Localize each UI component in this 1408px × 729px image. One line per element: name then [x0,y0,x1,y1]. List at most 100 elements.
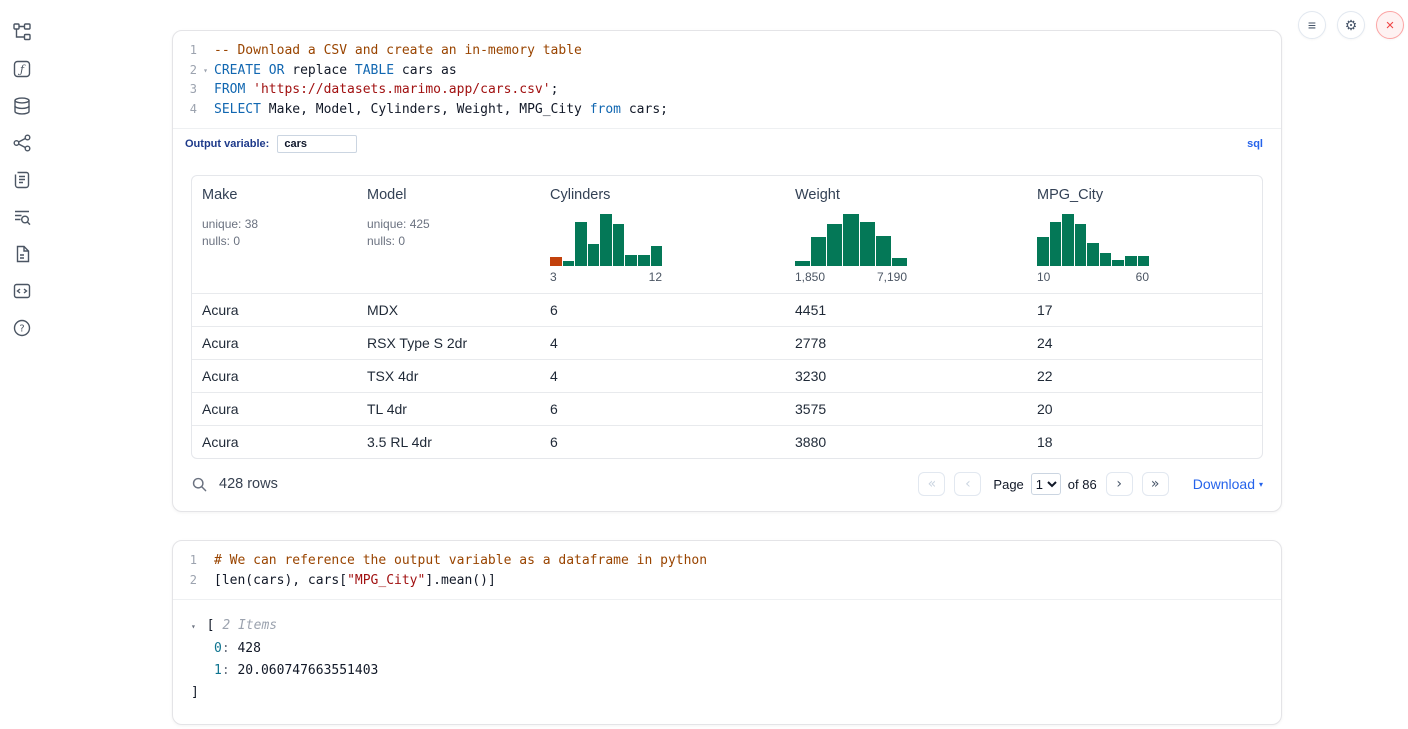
histogram-bar [860,222,875,266]
row-count: 428 rows [219,476,278,492]
histogram-bar [827,224,842,266]
tree-close-line: ] [191,682,1263,704]
code-text: -- Download a CSV and create an in-memor… [214,41,582,61]
svg-text:ƒ: ƒ [17,63,26,76]
table-row[interactable]: AcuraTL 4dr6357520 [192,393,1263,426]
language-badge[interactable]: sql [1247,138,1263,150]
histogram-bar [1125,256,1137,266]
code-line[interactable]: 1 -- Download a CSV and create an in-memo… [173,41,1281,61]
column-name: Cylinders [550,187,775,203]
histogram-bar [638,255,650,266]
fold-caret-icon[interactable]: ▾ [197,61,214,81]
table-cell: 17 [1027,294,1263,327]
line-number: 1 [173,551,197,571]
table-cell: TL 4dr [357,393,540,426]
histogram-bar [625,255,637,266]
search-icon[interactable] [191,476,208,493]
table-cell: 3.5 RL 4dr [357,426,540,459]
column-name: Make [202,187,347,203]
table-cell: RSX Type S 2dr [357,327,540,360]
table-cell: Acura [192,393,357,426]
documentation-icon[interactable] [12,244,32,264]
notebook-actions-button[interactable]: ≡ [1298,11,1326,39]
python-cell: 1 # We can reference the output variable … [172,540,1282,725]
tree-items-count: 2 Items [222,618,277,633]
code-text: # We can reference the output variable a… [214,551,707,571]
mpg_city-histogram[interactable]: 1060 [1037,214,1149,284]
histogram-bar [1138,256,1150,266]
sql-cell: 1 -- Download a CSV and create an in-memo… [172,30,1282,512]
code-line[interactable]: 1 # We can reference the output variable … [173,551,1281,571]
histogram-bar [876,236,891,266]
sql-code-editor[interactable]: 1 -- Download a CSV and create an in-memo… [173,31,1281,128]
code-text: SELECT Make, Model, Cylinders, Weight, M… [214,100,668,120]
line-number: 2 [173,571,197,591]
column-header-weight[interactable]: Weight 1,8507,190 [785,176,1027,294]
help-icon[interactable]: ? [12,318,32,338]
download-button[interactable]: Download ▾ [1193,476,1263,492]
variables-icon[interactable]: ƒ [12,59,32,79]
histogram-bar [550,257,562,266]
next-page-button[interactable]: › [1106,472,1133,496]
table-row[interactable]: AcuraTSX 4dr4323022 [192,360,1263,393]
column-name: Model [367,187,530,203]
page-select[interactable]: 1 [1031,473,1061,495]
dependency-graph-icon[interactable] [12,133,32,153]
top-right-controls: ≡ ⚙ × [1298,11,1404,39]
code-line[interactable]: 3FROM 'https://datasets.marimo.app/cars.… [173,80,1281,100]
output-variable-input[interactable] [277,135,357,153]
fold-gutter [197,80,214,100]
code-line[interactable]: 2▾CREATE OR replace TABLE cars as [173,61,1281,81]
histogram-bar [1112,260,1124,266]
collapse-caret-icon[interactable]: ▾ [191,622,196,631]
line-number: 1 [173,41,197,61]
chevron-down-icon: ▾ [1259,480,1263,489]
column-name: Weight [795,187,1017,203]
histogram-bar [1100,253,1112,266]
table-row[interactable]: AcuraMDX6445117 [192,294,1263,327]
gear-icon: ⚙ [1345,17,1358,34]
left-sidebar: ƒ? [0,0,44,729]
shutdown-button[interactable]: × [1376,11,1404,39]
code-text: CREATE OR replace TABLE cars as [214,61,457,81]
column-stats: unique: 425nulls: 0 [367,216,530,249]
code-line[interactable]: 4SELECT Make, Model, Cylinders, Weight, … [173,100,1281,120]
table-cell: 20 [1027,393,1263,426]
histogram-bar [1050,222,1062,266]
first-page-button[interactable]: « [918,472,945,496]
close-icon: × [1386,17,1395,34]
histogram-bar [613,224,625,266]
table-cell: 4451 [785,294,1027,327]
weight-histogram[interactable]: 1,8507,190 [795,214,907,284]
tree-item-value: 428 [237,641,260,656]
table-cell: 3575 [785,393,1027,426]
menu-icon: ≡ [1308,17,1316,33]
histogram-bar [651,246,663,266]
histogram-axis: 312 [550,270,662,284]
datasources-icon[interactable] [12,96,32,116]
column-header-model[interactable]: Model unique: 425nulls: 0 [357,176,540,294]
column-header-make[interactable]: Makeunique: 38nulls: 0 [192,176,357,294]
column-name: MPG_City [1037,187,1254,203]
table-cell: 6 [540,393,785,426]
output-variable-label: Output variable: [185,138,269,150]
cylinders-histogram[interactable]: 312 [550,214,662,284]
snippets-icon[interactable] [12,281,32,301]
column-header-mpg_city[interactable]: MPG_City 1060 [1027,176,1263,294]
code-line[interactable]: 2[len(cars), cars["MPG_City"].mean()] [173,571,1281,591]
logs-icon[interactable] [12,170,32,190]
table-row[interactable]: AcuraRSX Type S 2dr4277824 [192,327,1263,360]
file-explorer-icon[interactable] [12,22,32,42]
last-page-button[interactable]: » [1142,472,1169,496]
table-cell: 6 [540,294,785,327]
column-header-cylinders[interactable]: Cylinders 312 [540,176,785,294]
prev-page-button[interactable]: ‹ [954,472,981,496]
python-code-editor[interactable]: 1 # We can reference the output variable … [173,541,1281,599]
settings-button[interactable]: ⚙ [1337,11,1365,39]
output-variable-row: Output variable: sql [173,128,1281,163]
table-row[interactable]: Acura3.5 RL 4dr6388018 [192,426,1263,459]
outline-search-icon[interactable] [12,207,32,227]
data-table: Makeunique: 38nulls: 0 Model unique: 425nu… [191,175,1263,459]
tree-item-key: 0 [214,641,222,656]
page-label: Page [993,477,1023,492]
